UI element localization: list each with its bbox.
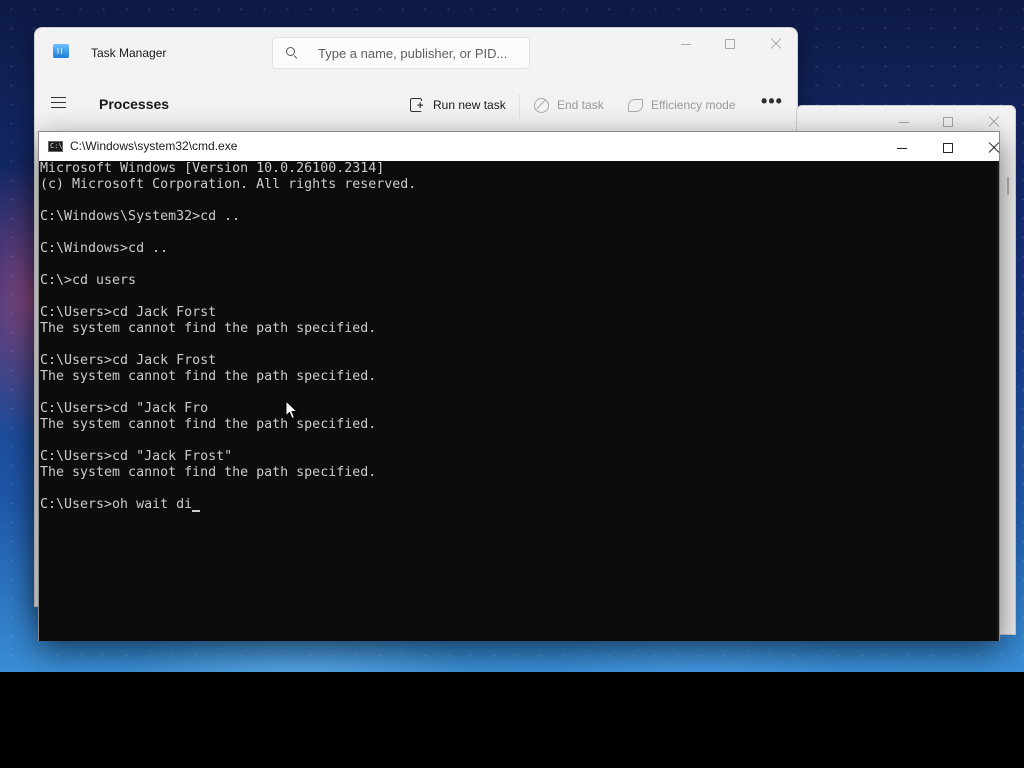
page-title: Processes [99,96,170,112]
minimize-icon [897,147,907,149]
task-manager-title: Task Manager [91,46,167,60]
toolbar-divider [519,94,520,118]
more-options-button[interactable]: ••• [757,92,787,118]
cmd-maximize-button[interactable] [925,132,971,162]
text-caret [192,510,201,512]
close-icon [988,116,1000,128]
maximize-icon [943,117,953,128]
maximize-icon [943,143,953,154]
console-line: C:\>cd users [40,273,137,288]
run-new-task-button[interactable]: Run new task [409,92,506,118]
console-line: C:\Windows\System32>cd .. [40,209,241,224]
console-output[interactable]: Microsoft Windows [Version 10.0.26100.23… [39,161,999,641]
maximize-button[interactable] [707,28,753,58]
task-manager-search-box[interactable] [272,37,530,69]
console-current-input: C:\Users>oh wait di [40,497,193,512]
minimize-button[interactable] [663,28,709,58]
console-line: The system cannot find the path specifie… [40,321,377,336]
mouse-pointer-icon [285,400,299,420]
maximize-icon [725,39,735,50]
close-icon [770,38,782,50]
leaf-icon [627,97,643,113]
cmd-icon: C:\ [48,141,63,152]
cmd-title: C:\Windows\system32\cmd.exe [70,139,238,153]
console-line: The system cannot find the path specifie… [40,465,377,480]
search-icon [285,46,299,60]
cmd-close-button[interactable] [971,132,1017,162]
console-line: C:\Users>cd Jack Forst [40,305,217,320]
console-line: Microsoft Windows [Version 10.0.26100.23… [40,161,385,176]
command-prompt-window: C:\ C:\Windows\system32\cmd.exe Microsof… [38,131,1009,641]
console-prompt-line[interactable]: C:\Users>oh wait di [40,497,201,513]
console-line: C:\Users>cd "Jack Fro [40,401,209,416]
cmd-titlebar[interactable]: C:\ C:\Windows\system32\cmd.exe [39,132,999,161]
end-task-icon [533,97,549,113]
run-task-icon [409,97,425,113]
close-button[interactable] [753,28,799,58]
task-manager-titlebar[interactable]: Task Manager [35,28,797,76]
console-line: The system cannot find the path specifie… [40,369,377,384]
console-line: C:\Windows>cd .. [40,241,169,256]
close-icon [988,142,1000,154]
letterbox-bar [0,672,1024,768]
end-task-button[interactable]: End task [533,92,604,118]
efficiency-mode-button[interactable]: Efficiency mode [627,92,736,118]
console-line: C:\Users>cd "Jack Frost" [40,449,233,464]
console-line: The system cannot find the path specifie… [40,417,377,432]
hamburger-icon[interactable] [51,97,67,109]
minimize-icon [899,121,909,123]
console-line: (c) Microsoft Corporation. All rights re… [40,177,417,192]
cmd-minimize-button[interactable] [879,132,925,162]
cmd-scrollbar-track[interactable] [997,161,999,641]
cmd-scrollbar-thumb[interactable] [1007,177,1009,195]
search-input[interactable] [318,38,523,68]
run-new-task-label: Run new task [433,98,506,112]
efficiency-mode-label: Efficiency mode [651,98,736,112]
console-line: C:\Users>cd Jack Frost [40,353,217,368]
task-manager-icon [53,44,69,58]
minimize-icon [681,43,691,45]
end-task-label: End task [557,98,604,112]
